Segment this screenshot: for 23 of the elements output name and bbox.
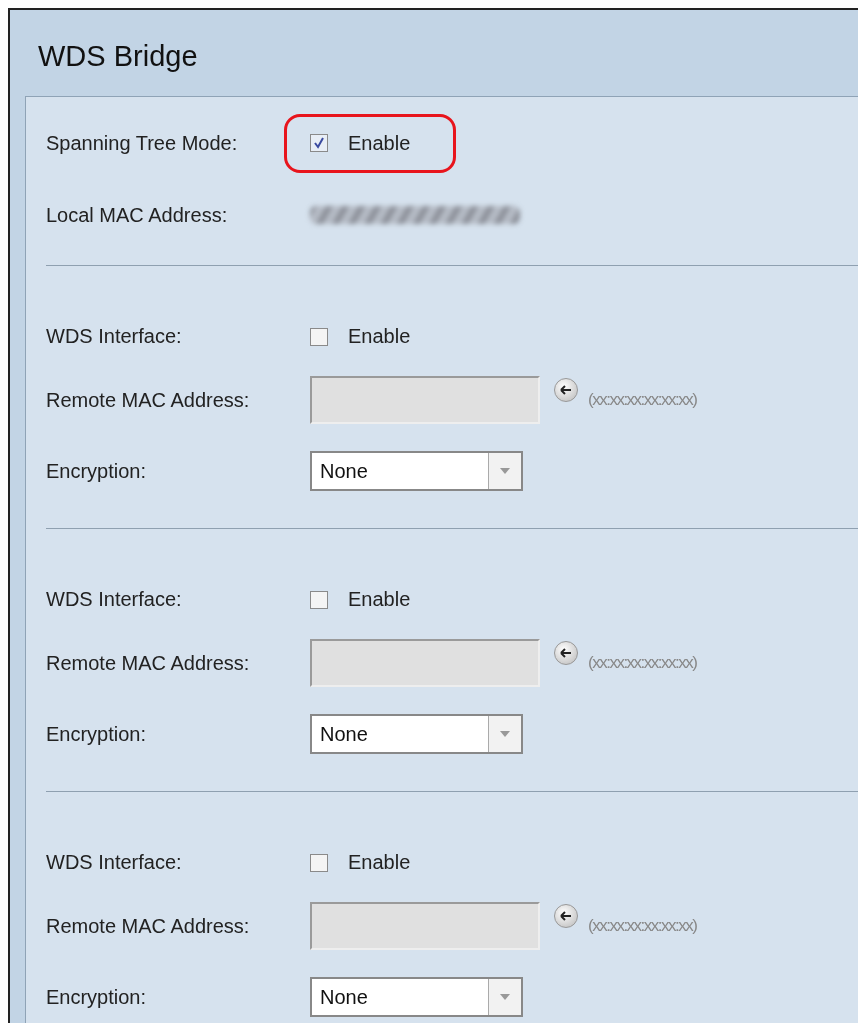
field-label: Remote MAC Address: — [46, 651, 251, 675]
field-label: Encryption: — [46, 985, 148, 1009]
field-label: Encryption: — [46, 459, 148, 483]
format-hint: (xx:xx:xx:xx:xx:xx) — [588, 653, 697, 673]
field-label: Remote MAC Address: — [46, 914, 251, 938]
checkbox-label: Enable — [348, 588, 411, 611]
checkbox-label: Enable — [348, 851, 411, 874]
caret-icon — [500, 468, 510, 474]
format-hint: (xx:xx:xx:xx:xx:xx) — [588, 390, 697, 410]
caret-icon — [500, 731, 510, 737]
field-label: WDS Interface: — [46, 588, 183, 612]
checkbox-label: Enable — [348, 131, 411, 155]
field-label: Spanning Tree Mode: — [46, 131, 239, 155]
field-label: WDS Interface: — [46, 851, 183, 875]
field-label: Remote MAC Address: — [46, 388, 251, 412]
field-label: Encryption: — [46, 722, 148, 746]
caret-icon — [500, 994, 510, 1000]
page-title: WDS Bridge — [37, 39, 199, 74]
checkbox[interactable] — [310, 134, 328, 152]
format-hint: (xx:xx:xx:xx:xx:xx) — [588, 916, 697, 936]
field-label: WDS Interface: — [46, 325, 183, 349]
field-label: Local MAC Address: — [46, 203, 229, 227]
checkbox-label: Enable — [348, 325, 411, 348]
